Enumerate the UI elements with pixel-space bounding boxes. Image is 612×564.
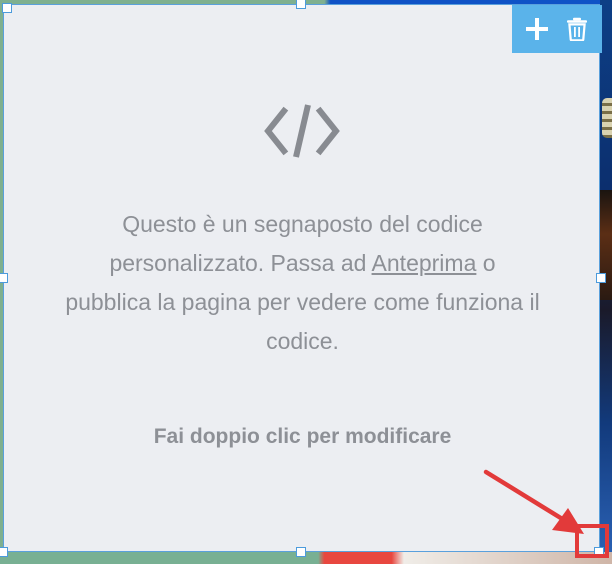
delete-button[interactable]	[562, 14, 592, 44]
annotation-highlight-box	[575, 524, 609, 558]
background-detail	[602, 98, 612, 138]
resize-handle-right[interactable]	[596, 273, 606, 283]
preview-link[interactable]: Anteprima	[372, 250, 477, 276]
add-button[interactable]	[522, 14, 552, 44]
resize-handle-top-left[interactable]	[2, 3, 12, 13]
background-detail	[600, 190, 612, 300]
plus-icon	[526, 18, 548, 40]
resize-handle-bottom-left[interactable]	[0, 547, 8, 557]
annotation-arrow	[483, 469, 584, 534]
widget-toolbar	[512, 5, 602, 53]
edit-instruction: Fai doppio clic per modificare	[153, 425, 452, 448]
resize-handle-left[interactable]	[0, 273, 8, 283]
trash-icon	[567, 17, 587, 41]
code-brackets-icon	[264, 104, 340, 158]
resize-handle-bottom[interactable]	[296, 547, 306, 557]
placeholder-message: Questo è un segnaposto del codice person…	[64, 205, 541, 361]
page-background-bottom	[0, 552, 612, 564]
resize-handle-top[interactable]	[296, 0, 306, 9]
